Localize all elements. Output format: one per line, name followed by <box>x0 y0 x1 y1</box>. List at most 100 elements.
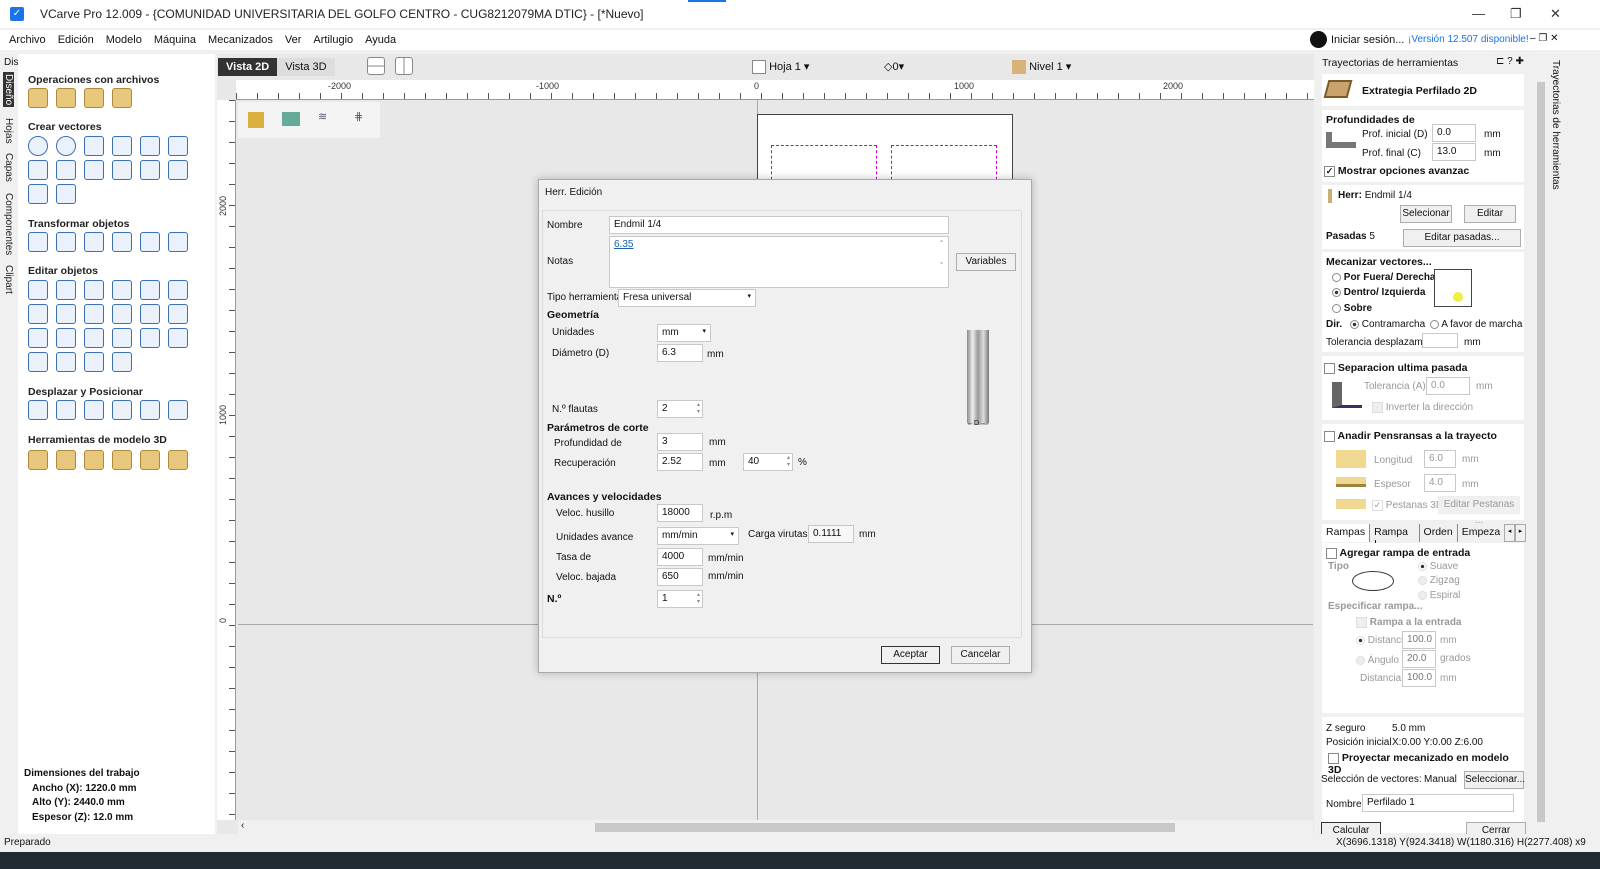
zigzag-radio[interactable]: Zigzag <box>1418 575 1460 586</box>
panel-controls[interactable]: ⊏ ? ✚ <box>1496 56 1524 67</box>
weld-icon[interactable] <box>28 304 48 324</box>
tool-type-select[interactable]: Fresa universal ▾ <box>618 289 756 307</box>
model4-icon[interactable] <box>112 450 132 470</box>
add-tabs-checkbox[interactable]: Anadir Pensransas a la trayecto <box>1324 430 1497 442</box>
tab-vista-2d[interactable]: Vista 2D <box>218 58 278 76</box>
units-select[interactable]: mm ▾ <box>657 324 711 342</box>
scissors-icon[interactable] <box>140 304 160 324</box>
tabs-3d-checkbox[interactable]: ✓ Pestanas 3D <box>1372 500 1443 511</box>
name-input[interactable]: Endmil 1/4 <box>609 216 949 234</box>
tab-componentes[interactable]: Componentes <box>3 193 14 255</box>
mdi-controls[interactable]: – ❐ ✕ <box>1530 33 1558 44</box>
minimize-button[interactable]: — <box>1472 6 1485 21</box>
material-icon[interactable] <box>248 112 264 128</box>
edit-passes-button[interactable]: Editar pasadas... <box>1403 229 1521 247</box>
edit-tool-button[interactable]: Editar <box>1464 205 1516 223</box>
offset-shape-icon[interactable] <box>28 400 48 420</box>
text-on-curve-icon[interactable] <box>168 160 188 180</box>
outside-radio[interactable]: Por Fuera/ Derecha <box>1332 272 1436 283</box>
add-ramp-checkbox[interactable]: Agregar rampa de entrada <box>1326 547 1470 559</box>
arc-icon[interactable] <box>28 160 48 180</box>
stepover-input[interactable]: 2.52 <box>657 453 703 471</box>
menu-ayuda[interactable]: Ayuda <box>365 34 396 46</box>
spiral-radio[interactable]: Espiral <box>1418 590 1460 601</box>
subtab-rampas[interactable]: Rampas <box>1322 524 1371 542</box>
flutes-stepper[interactable]: 2 ▴ ▾ <box>657 400 703 418</box>
offset-icon[interactable] <box>56 328 76 348</box>
transform-icon[interactable] <box>112 280 132 300</box>
scale-icon[interactable] <box>56 232 76 252</box>
climb-radio[interactable]: Contramarcha <box>1350 319 1425 330</box>
split-vertical-icon[interactable] <box>395 57 413 75</box>
subtab-scroll-left[interactable]: ◂ <box>1504 524 1516 542</box>
curve-icon[interactable] <box>56 160 76 180</box>
labels-icon[interactable] <box>168 400 188 420</box>
fillet-icon[interactable] <box>28 328 48 348</box>
spindle-input[interactable]: 18000 <box>657 504 703 522</box>
split-horizontal-icon[interactable] <box>367 57 385 75</box>
cancel-button[interactable]: Cancelar <box>951 646 1010 664</box>
tab-diseno[interactable]: Diseño <box>3 72 14 108</box>
distance-input[interactable]: 100.0 <box>1402 631 1436 649</box>
select-vectors-button[interactable]: Seleccionar... <box>1464 771 1525 789</box>
model2-icon[interactable] <box>56 450 76 470</box>
center-icon[interactable] <box>168 232 188 252</box>
subtract-icon[interactable] <box>56 304 76 324</box>
move-icon[interactable] <box>28 232 48 252</box>
variables-button[interactable]: Variables <box>956 253 1016 271</box>
rectangle-icon[interactable] <box>84 136 104 156</box>
toolpath-name-input[interactable]: Perfilado 1 <box>1362 794 1514 812</box>
menu-ver[interactable]: Ver <box>285 34 302 46</box>
star-icon[interactable] <box>140 136 160 156</box>
signin-link[interactable]: Iniciar sesión... <box>1331 34 1404 46</box>
feed-rate-input[interactable]: 4000 <box>657 548 703 566</box>
depth-input[interactable]: 3 <box>657 433 703 451</box>
edit-tabs-button[interactable]: Editar Pestanas ... <box>1438 496 1520 526</box>
plunge-input[interactable]: 650 <box>657 568 703 586</box>
tab-length-input[interactable]: 6.0 <box>1424 450 1456 468</box>
circular-array-icon[interactable] <box>84 400 104 420</box>
end-depth-input[interactable]: 13.0 <box>1432 143 1476 161</box>
check-icon[interactable] <box>168 304 188 324</box>
horizontal-scrollbar[interactable]: ‹ <box>238 820 1313 834</box>
stepover-pct-stepper[interactable]: 40 ▴ ▾ <box>743 453 793 471</box>
inside-radio[interactable]: Dentro/ Izquierda <box>1332 287 1425 298</box>
select-icon[interactable] <box>28 280 48 300</box>
smooth-radio[interactable]: Suave <box>1418 561 1458 572</box>
reverse-checkbox[interactable]: Inverter la dirección <box>1372 402 1473 413</box>
mirror-icon[interactable] <box>112 232 132 252</box>
subtab-orden[interactable]: Orden <box>1420 524 1458 542</box>
close-icon[interactable] <box>28 352 48 372</box>
measure-icon[interactable] <box>168 280 188 300</box>
distort-icon[interactable] <box>140 232 160 252</box>
new-file-icon[interactable] <box>28 88 48 108</box>
tab-vista-3d[interactable]: Vista 3D <box>277 58 334 76</box>
spell-check-icon[interactable] <box>28 184 48 204</box>
menu-edicion[interactable]: Edición <box>58 34 94 46</box>
notes-textarea[interactable]: 6.35 ⌃ ⌄ <box>609 236 949 288</box>
subtab-scroll-right[interactable]: ▸ <box>1515 524 1526 542</box>
array-copy-icon[interactable] <box>56 400 76 420</box>
interactive-select-icon[interactable] <box>84 280 104 300</box>
menu-mecanizados[interactable]: Mecanizados <box>208 34 273 46</box>
smooth-icon[interactable] <box>84 328 104 348</box>
start-depth-input[interactable]: 0.0 <box>1432 124 1476 142</box>
circle-icon[interactable] <box>28 136 48 156</box>
menu-archivo[interactable]: Archivo <box>9 34 46 46</box>
distance-radio[interactable]: Distancia <box>1356 635 1409 646</box>
tab-capas[interactable]: Capas <box>3 153 14 182</box>
zero-selector[interactable]: ◇0▾ <box>884 60 904 73</box>
menu-modelo[interactable]: Modelo <box>106 34 142 46</box>
toolpath-preview-icon[interactable] <box>282 112 300 126</box>
model6-icon[interactable] <box>168 450 188 470</box>
subtab-rampa-l[interactable]: Rampa L. <box>1370 524 1420 550</box>
dimension-icon[interactable] <box>112 160 132 180</box>
open-file-icon[interactable] <box>56 88 76 108</box>
import-icon[interactable] <box>84 88 104 108</box>
distance2-input[interactable]: 100.0 <box>1402 669 1436 687</box>
menu-maquina[interactable]: Máquina <box>154 34 196 46</box>
slice-icon[interactable] <box>112 352 132 372</box>
level-selector[interactable]: Nivel 1 ▾ <box>1012 60 1071 75</box>
sheet-selector[interactable]: Hoja 1 ▾ <box>752 60 809 75</box>
tolerance-input[interactable] <box>1422 333 1458 348</box>
